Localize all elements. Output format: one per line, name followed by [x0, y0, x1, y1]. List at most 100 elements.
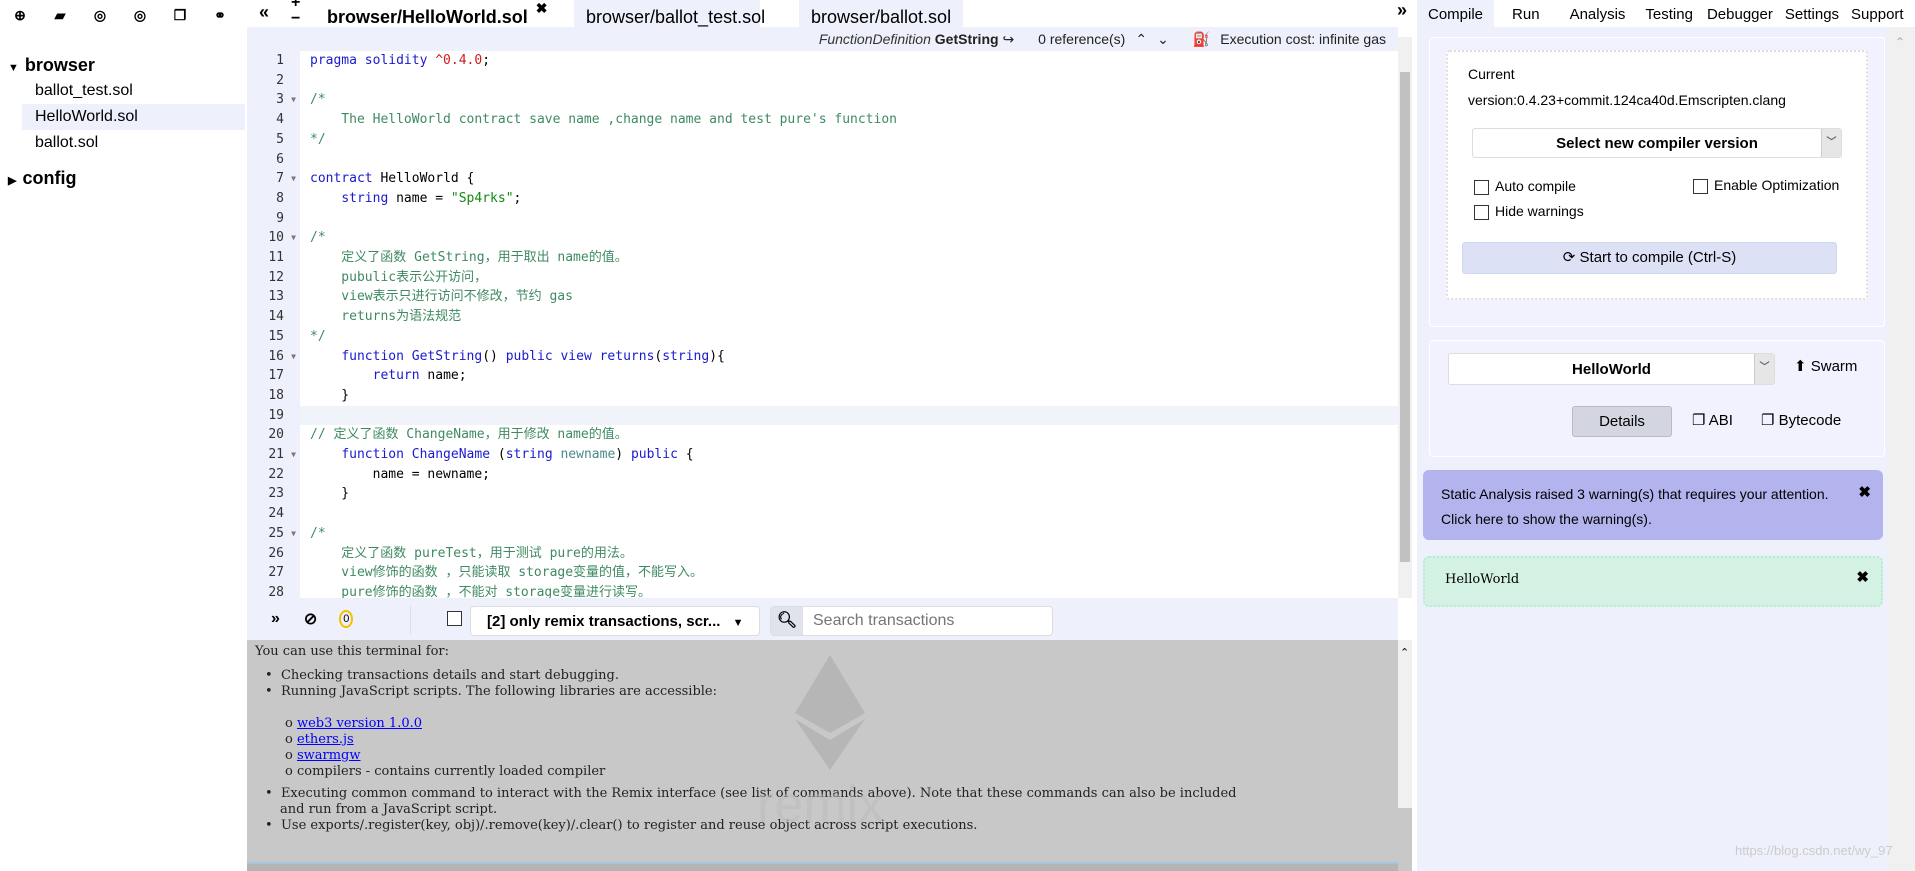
code-token: ; — [482, 53, 491, 68]
divider — [410, 606, 411, 634]
code-token: newname — [560, 447, 616, 462]
line-number: 20 — [268, 427, 284, 443]
swarm-button[interactable]: ⬆ Swarm — [1794, 357, 1857, 375]
enable-optimization-checkbox[interactable] — [1693, 178, 1708, 194]
contract-select[interactable]: HelloWorld ﹀ — [1448, 353, 1775, 385]
bytecode-button[interactable]: ❐ Bytecode — [1761, 411, 1841, 429]
fold-arrow-icon[interactable]: ▼ — [291, 445, 296, 465]
line-number: 2 — [276, 72, 284, 88]
create-file-icon[interactable]: ⊕ — [0, 7, 40, 24]
chevron-down-icon: ﹀ — [1821, 129, 1841, 157]
tab-support[interactable]: Support — [1845, 0, 1910, 27]
line-number: 24 — [268, 506, 284, 522]
tab-ballot-test[interactable]: browser/ballot_test.sol — [574, 0, 765, 30]
fold-arrow-icon[interactable]: ▼ — [291, 169, 296, 189]
web3-link[interactable]: web3 version 1.0.0 — [297, 716, 422, 731]
static-analysis-warning[interactable]: Static Analysis raised 3 warning(s) that… — [1423, 470, 1883, 540]
scrollbar-thumb[interactable] — [1398, 808, 1412, 871]
references-count: 0 reference(s) — [1038, 31, 1126, 47]
code-line: 定义了函数 GetString，用于取出 name的值。 — [310, 248, 627, 268]
fold-arrow-icon[interactable]: ▼ — [291, 524, 296, 544]
abi-button[interactable]: ❐ ABI — [1692, 411, 1733, 429]
transaction-filter-dropdown[interactable]: [2] only remix transactions, scr... ▼ — [470, 606, 760, 636]
code-token: The HelloWorld contract save name ,chang… — [310, 112, 897, 128]
hide-warnings-option[interactable]: Hide warnings — [1474, 203, 1584, 220]
connect-localhost-icon[interactable]: ⚭ — [200, 7, 240, 24]
auto-compile-option[interactable]: Auto compile — [1474, 178, 1576, 195]
right-panel-tabs: Compile Run Analysis Testing Debugger Se… — [1417, 0, 1915, 27]
terminal-scrollbar[interactable]: ⌃ — [1398, 640, 1412, 871]
code-token: "Sp4rks" — [450, 190, 514, 206]
code-token: name = — [388, 190, 451, 206]
github-gist-icon[interactable]: ◎ — [120, 7, 160, 24]
right-panel-scrollbar[interactable]: ⌃ — [1887, 27, 1915, 871]
scroll-up-icon[interactable]: ⌃ — [1400, 646, 1409, 659]
listen-network-checkbox[interactable] — [447, 611, 462, 626]
auto-compile-checkbox[interactable] — [1474, 179, 1489, 195]
fold-arrow-icon[interactable]: ▼ — [291, 90, 296, 110]
tab-analysis[interactable]: Analysis — [1558, 0, 1638, 27]
open-folder-icon[interactable]: ▰ — [40, 7, 80, 24]
library-item: o compilers - contains currently loaded … — [285, 764, 606, 779]
code-token: /* — [310, 230, 326, 246]
details-button[interactable]: Details — [1572, 406, 1672, 437]
tab-ballot[interactable]: browser/ballot.sol — [799, 0, 964, 30]
code-editor[interactable]: 1 2 3 ▼ 4 5 6 7 ▼ 8 9 10 ▼ 11 12 13 14 15 16 ▼ 17 18 19 20 21 ▼ 22… — [247, 51, 1398, 598]
scrollbar-thumb[interactable] — [1400, 72, 1410, 562]
code-token: name; — [419, 368, 467, 384]
folder-config[interactable]: ▶ config — [0, 165, 245, 191]
zoom-in-icon[interactable]: + — [291, 0, 300, 11]
close-icon[interactable]: ✖ — [1856, 568, 1869, 586]
ethereum-logo-icon — [795, 655, 865, 770]
tab-testing[interactable]: Testing — [1637, 0, 1701, 27]
close-icon[interactable]: ✖ — [1858, 480, 1871, 505]
file-item-selected[interactable]: HelloWorld.sol — [22, 104, 245, 130]
clear-terminal-icon[interactable]: ⊘ — [304, 609, 317, 629]
file-item[interactable]: ballot.sol — [0, 130, 245, 156]
tab-debugger[interactable]: Debugger — [1701, 0, 1779, 27]
chevron-down-icon: ﹀ — [1754, 354, 1774, 384]
compiler-version-select[interactable]: Select new compiler version ﹀ — [1472, 128, 1842, 158]
enable-optimization-option[interactable]: Enable Optimization — [1693, 177, 1839, 194]
fold-arrow-icon[interactable]: ▼ — [291, 228, 296, 248]
node-name[interactable]: GetString — [935, 31, 999, 47]
next-reference-icon[interactable]: ⌄ — [1157, 31, 1169, 48]
line-number: 7 ▼ — [247, 169, 300, 189]
upload-icon: ⬆ — [1794, 358, 1807, 375]
copy-icon[interactable]: ❐ — [160, 7, 200, 24]
hide-warnings-checkbox[interactable] — [1474, 204, 1489, 220]
line-number: 22 — [268, 466, 284, 482]
pending-transactions-badge: 0 — [339, 610, 354, 628]
code-token: } — [310, 387, 350, 403]
line-number: 5 — [276, 131, 284, 147]
tab-helloworld[interactable]: browser/HelloWorld.sol ✖ — [315, 0, 560, 30]
code-line: name = newname; — [310, 465, 490, 485]
ethers-link[interactable]: ethers.js — [297, 732, 354, 747]
fold-arrow-icon[interactable]: ▼ — [291, 347, 296, 367]
editor-scrollbar[interactable] — [1398, 37, 1412, 598]
folder-browser[interactable]: ▼ browser — [0, 52, 245, 78]
file-item[interactable]: ballot_test.sol — [0, 78, 245, 104]
collapse-left-icon[interactable]: « — [259, 2, 269, 23]
previous-reference-icon[interactable]: ⌃ — [1135, 31, 1147, 48]
tab-run[interactable]: Run — [1494, 0, 1558, 27]
minimize-terminal-icon[interactable]: » — [271, 610, 280, 628]
swarmgw-link[interactable]: swarmgw — [297, 748, 361, 763]
goto-definition-icon[interactable]: ↪ — [1002, 31, 1014, 47]
file-toolbar: ⊕ ▰ ◎ ◎ ❐ ⚭ — [0, 0, 245, 30]
zoom-out-icon[interactable]: − — [291, 11, 300, 27]
code-token: string — [505, 447, 553, 462]
tab-settings[interactable]: Settings — [1779, 0, 1845, 27]
compiled-contract-success: HelloWorld ✖ — [1423, 556, 1883, 607]
close-tab-icon[interactable]: ✖ — [536, 0, 548, 16]
compiler-settings: Current version:0.4.23+commit.124ca40d.E… — [1446, 50, 1868, 300]
line-number: 26 — [268, 545, 284, 561]
search-transactions-input[interactable] — [803, 607, 1043, 635]
compile-button[interactable]: ⟳ Start to compile (Ctrl-S) — [1462, 242, 1837, 274]
terminal-bullet: • Executing common command to interact w… — [265, 786, 1237, 801]
expand-right-icon[interactable]: » — [1397, 0, 1407, 21]
tab-compile[interactable]: Compile — [1417, 0, 1495, 27]
github-publish-icon[interactable]: ◎ — [80, 7, 120, 24]
scroll-up-icon[interactable]: ⌃ — [1895, 35, 1905, 49]
terminal-bullet-cont: and run from a JavaScript script. — [280, 802, 498, 817]
